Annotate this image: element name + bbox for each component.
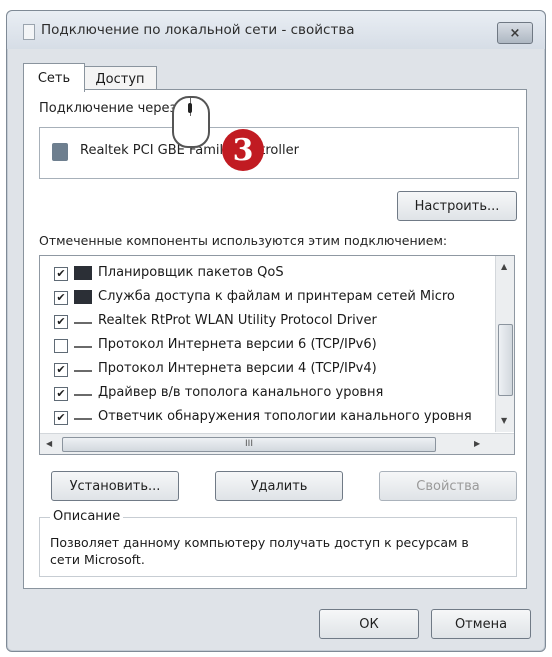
mouse-illustration-icon [172,96,210,148]
checkbox-ipv4[interactable]: ✔ [54,363,68,377]
configure-button[interactable]: Настроить... [397,191,517,221]
list-item[interactable]: ✔ Ответчик обнаружения топологии канальн… [40,406,490,430]
list-item[interactable]: ✔ Служба доступа к файлам и принтерам се… [40,286,490,310]
close-button[interactable]: × [497,22,533,44]
description-text: Позволяет данному компьютеру получать до… [50,535,469,567]
components-label: Отмеченные компоненты используются этим … [39,233,448,248]
checkbox-lltd-io[interactable]: ✔ [54,387,68,401]
list-item[interactable]: ✔ Планировщик пакетов QoS [40,262,490,286]
horizontal-scrollbar[interactable]: ◀ III ▶ [40,433,514,454]
checkbox-qos[interactable]: ✔ [54,267,68,281]
protocol-icon [74,338,92,348]
ok-button[interactable]: ОК [319,609,419,639]
tab-network[interactable]: Сеть [23,63,85,92]
vertical-scroll-thumb[interactable] [498,324,513,396]
scroll-down-icon[interactable]: ▼ [501,416,507,425]
components-list[interactable]: ✔ Планировщик пакетов QoS ✔ Служба досту… [39,255,515,455]
properties-button: Свойства [379,471,517,501]
protocol-icon [74,314,92,324]
step-badge: 3 [222,129,264,171]
description-title: Описание [50,509,124,524]
tab-sharing[interactable]: Доступ [83,66,157,91]
description-group: Описание Позволяет данному компьютеру по… [39,509,517,577]
network-adapter-icon [52,143,68,161]
network-icon [23,24,35,40]
qos-icon [74,266,92,280]
scroll-right-icon[interactable]: ▶ [474,439,480,448]
checkbox-ipv6[interactable] [54,339,68,353]
cancel-button[interactable]: Отмена [431,609,531,639]
checkbox-file-share[interactable]: ✔ [54,291,68,305]
properties-dialog: Подключение по локальной сети - свойства… [6,10,546,652]
protocol-icon [74,386,92,396]
list-item[interactable]: ✔ Realtek RtProt WLAN Utility Protocol D… [40,310,490,334]
window-title: Подключение по локальной сети - свойства [41,22,355,38]
remove-button[interactable]: Удалить [215,471,343,501]
protocol-icon [74,362,92,372]
checkbox-realtek[interactable]: ✔ [54,315,68,329]
vertical-scrollbar[interactable]: ▲ ▼ [495,256,514,432]
scroll-up-icon[interactable]: ▲ [501,262,507,271]
list-item[interactable]: ✔ Драйвер в/в тополога канального уровня [40,382,490,406]
scroll-left-icon[interactable]: ◀ [46,439,52,448]
list-item[interactable]: Протокол Интернета версии 6 (TCP/IPv6) [40,334,490,358]
file-share-icon [74,290,92,304]
horizontal-scroll-thumb[interactable]: III [62,437,436,452]
connection-label: Подключение через: [39,101,181,116]
title-bar[interactable]: Подключение по локальной сети - свойства… [7,11,545,49]
checkbox-lltd-responder[interactable]: ✔ [54,411,68,425]
list-item[interactable]: ✔ Протокол Интернета версии 4 (TCP/IPv4) [40,358,490,382]
protocol-icon [74,410,92,420]
install-button[interactable]: Установить... [51,471,179,501]
adapter-box: Realtek PCI GBE Family Controller [39,127,519,179]
